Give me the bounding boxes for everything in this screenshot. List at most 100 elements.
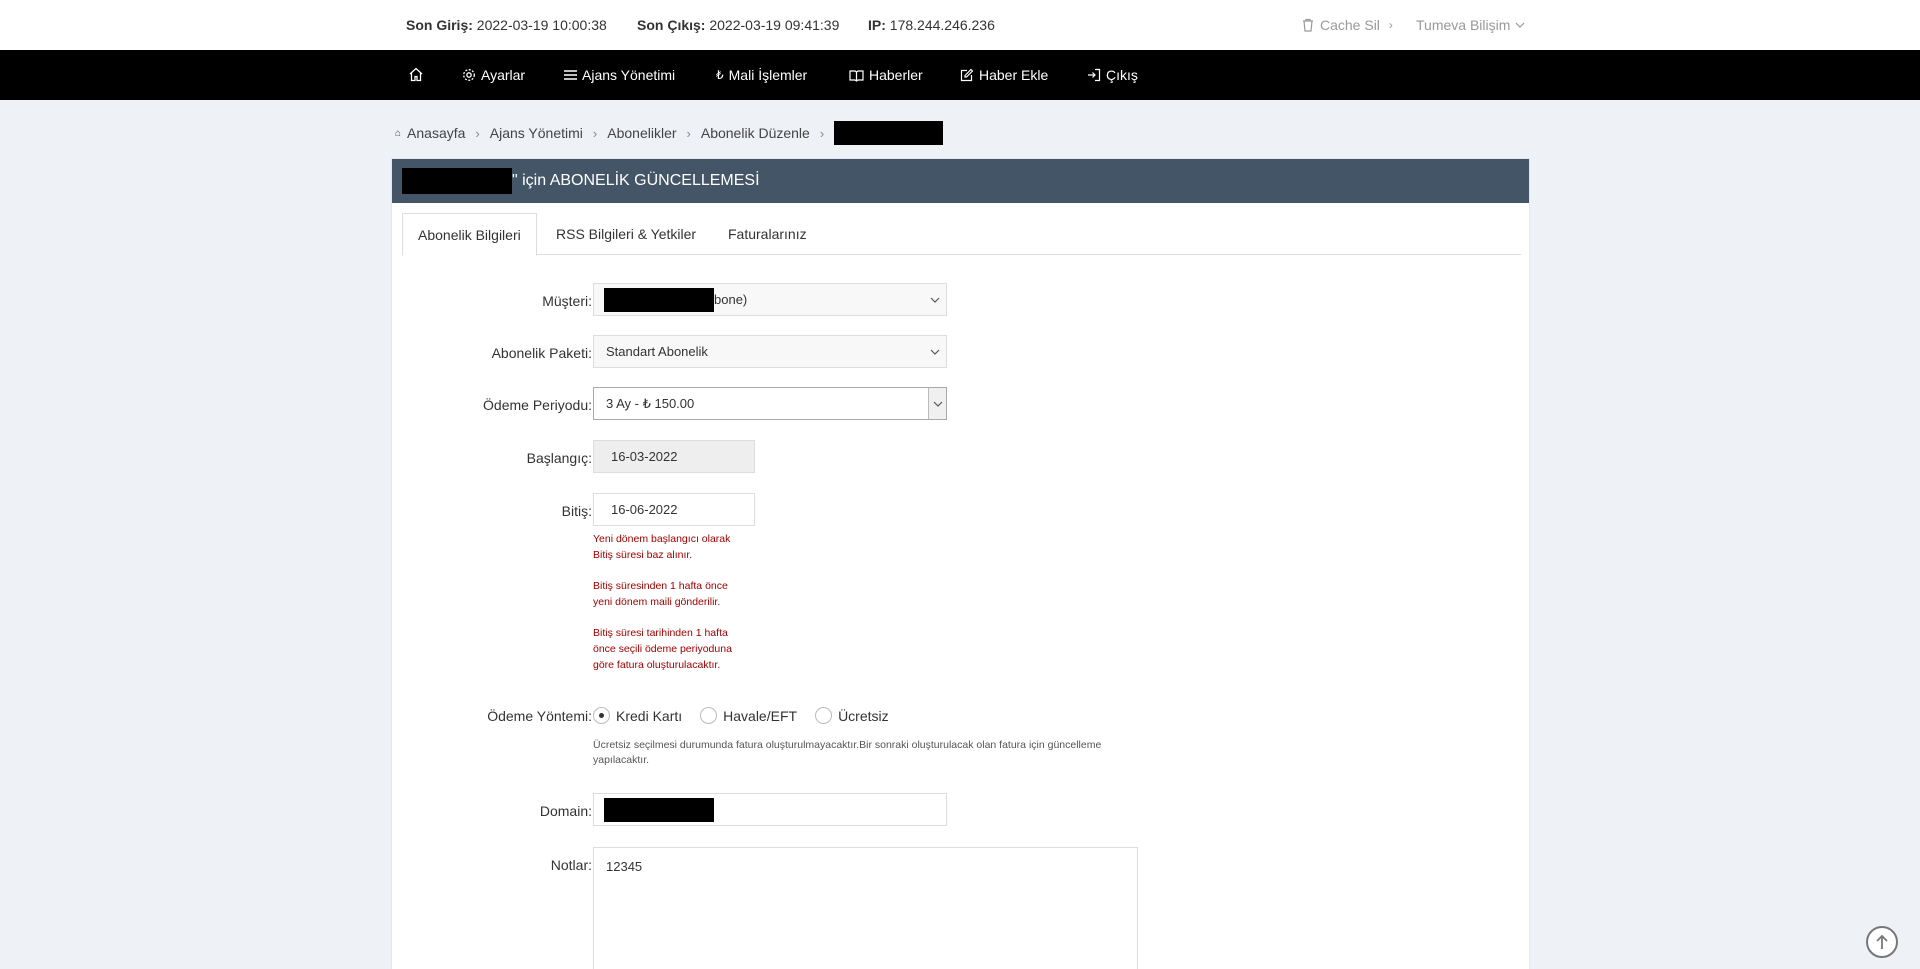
scroll-to-top-button[interactable] — [1866, 926, 1898, 958]
chevron-down-icon — [1515, 22, 1525, 28]
package-label: Abonelik Paketi: — [491, 345, 592, 361]
breadcrumb-separator: › — [475, 125, 480, 141]
cache-clear-label: Cache Sil — [1320, 17, 1380, 33]
nav-logout-label: Çıkış — [1106, 67, 1138, 83]
domain-label: Domain: — [539, 803, 592, 819]
breadcrumb-edit[interactable]: Abonelik Düzenle — [701, 125, 810, 141]
tab-invoices[interactable]: Faturalarınız — [713, 213, 822, 255]
ip-value: 178.244.246.236 — [889, 17, 995, 33]
end-date-value: 16-06-2022 — [611, 502, 678, 517]
period-select[interactable]: 3 Ay - ₺ 150.00 — [593, 387, 947, 420]
gear-icon — [463, 69, 475, 81]
nav-news[interactable]: Haberler — [849, 67, 923, 83]
nav-finance[interactable]: ₺ Mali İşlemler — [716, 67, 807, 83]
chevron-right-icon: › — [1388, 18, 1393, 32]
package-select[interactable]: Standart Abonelik — [593, 335, 947, 368]
lira-icon: ₺ — [716, 68, 724, 82]
domain-input[interactable] — [593, 793, 947, 826]
trash-icon — [1303, 18, 1313, 32]
radio-checked[interactable] — [593, 707, 610, 724]
arrow-up-icon — [1876, 934, 1888, 949]
nav-home[interactable] — [408, 67, 429, 82]
last-login-label: Son Giriş: — [406, 17, 473, 33]
ip-label: IP: — [868, 17, 886, 33]
edit-icon — [960, 68, 974, 82]
redacted-block — [604, 797, 714, 822]
payment-option-label: Ücretsiz — [838, 707, 889, 724]
chevron-down-icon — [930, 297, 940, 303]
tab-bar: Abonelik Bilgileri RSS Bilgileri & Yetki… — [402, 213, 1521, 256]
cache-clear-link[interactable]: Cache Sil › — [1302, 17, 1393, 33]
nav-settings-label: Ayarlar — [481, 67, 526, 83]
select-arrow-box — [928, 388, 946, 419]
redacted-block — [402, 168, 512, 194]
last-logout-value: 2022-03-19 09:41:39 — [709, 17, 840, 33]
breadcrumb-separator: › — [686, 125, 691, 141]
package-value: Standart Abonelik — [606, 344, 708, 359]
last-logout-label: Son Çıkış: — [637, 17, 706, 33]
chevron-down-icon — [933, 401, 943, 407]
period-value: 3 Ay - ₺ 150.00 — [606, 395, 695, 411]
list-icon — [564, 70, 577, 80]
payment-free[interactable]: Ücretsiz — [815, 707, 889, 724]
start-date-input[interactable]: 16-03-2022 — [593, 440, 755, 473]
breadcrumb-separator: › — [592, 125, 598, 141]
breadcrumb: ⌂ Anasayfa › Ajans Yönetimi › Abonelikle… — [395, 121, 944, 145]
help-line: göre fatura oluşturulacaktır. — [593, 659, 721, 671]
end-date-input[interactable]: 16-06-2022 — [593, 493, 755, 526]
breadcrumb-agency[interactable]: Ajans Yönetimi — [490, 125, 583, 141]
redacted-block — [604, 287, 714, 312]
nav-logout[interactable]: Çıkış — [1087, 67, 1138, 83]
start-date-value: 16-03-2022 — [611, 449, 678, 464]
payment-option-label: Havale/EFT — [723, 707, 798, 724]
last-login-value: 2022-03-19 10:00:38 — [476, 17, 607, 33]
breadcrumb-home[interactable]: Anasayfa — [407, 125, 465, 141]
nav-agency[interactable]: Ajans Yönetimi — [564, 67, 675, 83]
payment-credit-card[interactable]: Kredi Kartı — [593, 707, 682, 724]
breadcrumb-subscriptions[interactable]: Abonelikler — [607, 125, 676, 141]
end-date-label: Bitiş: — [561, 503, 592, 519]
breadcrumb-separator: › — [819, 125, 825, 141]
panel-title: " için ABONELİK GÜNCELLEMESİ — [392, 159, 1529, 203]
payment-option-label: Kredi Kartı — [616, 707, 683, 724]
notes-textarea[interactable]: 12345 — [593, 847, 1138, 969]
nav-agency-label: Ajans Yönetimi — [582, 67, 676, 83]
help-line: Yeni dönem başlangıcı olarak — [593, 533, 731, 545]
notes-label: Notlar: — [550, 857, 592, 873]
ip-address: IP: 178.244.246.236 — [868, 17, 995, 33]
radio-unchecked[interactable] — [700, 707, 718, 724]
help-line: Bitiş süresi baz alınır. — [593, 549, 693, 561]
sign-in-icon — [1088, 68, 1101, 82]
subscription-panel: " için ABONELİK GÜNCELLEMESİ Abonelik Bi… — [391, 158, 1530, 969]
tab-subscription-info[interactable]: Abonelik Bilgileri — [402, 213, 537, 256]
help-line: yeni dönem maili gönderilir. — [593, 596, 721, 608]
main-navbar: Ayarlar Ajans Yönetimi ₺ Mali İşlemler H… — [0, 50, 1920, 100]
payment-bank-transfer[interactable]: Havale/EFT — [700, 707, 797, 724]
nav-add-news-label: Haber Ekle — [979, 67, 1049, 83]
start-date-label: Başlangıç: — [526, 450, 592, 466]
payment-method-group: Kredi Kartı Havale/EFT Ücretsiz — [593, 707, 907, 724]
chevron-down-icon — [930, 349, 940, 355]
customer-select[interactable]: bone) — [593, 283, 947, 316]
company-dropdown[interactable]: Tumeva Bilişim — [1416, 17, 1525, 33]
nav-finance-label: Mali İşlemler — [728, 67, 808, 83]
home-icon — [409, 67, 423, 82]
redacted-block — [834, 121, 944, 145]
help-line: Bitiş süresinden 1 hafta önce — [593, 580, 728, 592]
book-icon — [849, 69, 864, 82]
payment-help: Ücretsiz seçilmesi durumunda fatura oluş… — [593, 739, 1102, 766]
end-date-help: Yeni dönem başlangıcı olarak Bitiş süres… — [593, 531, 732, 673]
help-line: önce seçili ödeme periyoduna — [593, 643, 732, 655]
customer-value: bone) — [714, 292, 748, 307]
home-icon: ⌂ — [395, 127, 402, 139]
panel-title-text: " için ABONELİK GÜNCELLEMESİ — [512, 172, 760, 189]
nav-add-news[interactable]: Haber Ekle — [960, 67, 1048, 83]
nav-settings[interactable]: Ayarlar — [462, 67, 525, 83]
last-logout: Son Çıkış: 2022-03-19 09:41:39 — [637, 17, 839, 33]
radio-unchecked[interactable] — [815, 707, 833, 724]
notes-value: 12345 — [606, 859, 643, 874]
period-label: Ödeme Periyodu: — [483, 397, 592, 413]
nav-news-label: Haberler — [869, 67, 923, 83]
company-label: Tumeva Bilişim — [1416, 17, 1511, 33]
tab-rss[interactable]: RSS Bilgileri & Yetkiler — [541, 213, 711, 255]
